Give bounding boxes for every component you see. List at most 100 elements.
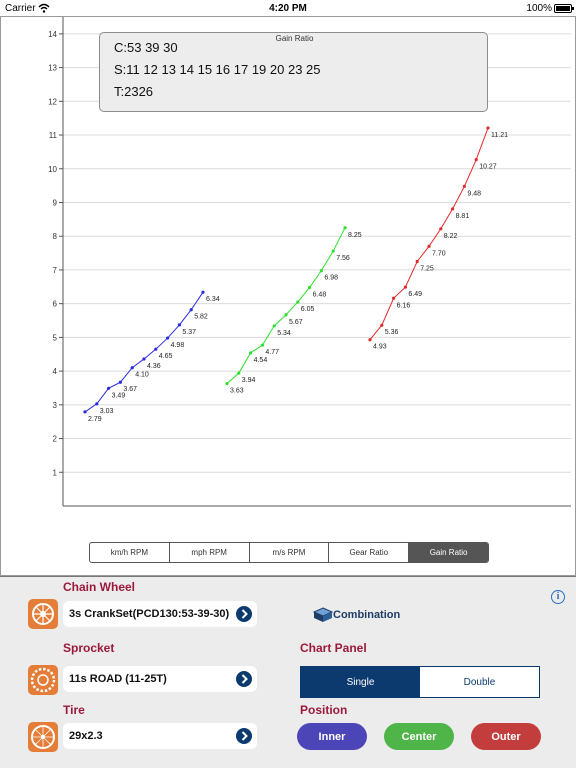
series-line — [226, 227, 346, 384]
data-point — [451, 207, 455, 211]
tire-selector[interactable]: 29x2.3 — [63, 723, 257, 749]
data-label: 6.16 — [397, 302, 411, 309]
tab-ms-rpm[interactable]: m/s RPM — [250, 543, 330, 562]
chart-panel-label: Chart Panel — [300, 641, 367, 655]
data-point — [166, 336, 170, 340]
data-label: 4.65 — [159, 353, 173, 360]
data-label: 4.77 — [265, 349, 279, 356]
data-point — [83, 410, 87, 414]
data-label: 10.27 — [479, 164, 497, 171]
chevron-right-icon — [236, 728, 252, 744]
data-label: 5.34 — [277, 330, 291, 337]
data-label: 6.48 — [313, 291, 327, 298]
info-icon[interactable]: i — [551, 590, 565, 604]
data-label: 3.94 — [242, 377, 256, 384]
chart-panel-toggle: Single Double — [300, 666, 540, 698]
chain-wheel-selector[interactable]: 3s CrankSet(PCD130:53-39-30) — [63, 601, 257, 627]
data-point — [154, 347, 158, 351]
position-label: Position — [300, 703, 348, 717]
data-label: 5.67 — [289, 319, 303, 326]
clock: 4:20 PM — [269, 3, 307, 14]
data-point — [272, 324, 276, 328]
data-point — [142, 357, 146, 361]
data-point — [319, 269, 323, 273]
data-point — [296, 300, 300, 304]
tab-gain-ratio[interactable]: Gain Ratio — [409, 543, 488, 562]
chart-type-tabs: km/h RPM mph RPM m/s RPM Gear Ratio Gain… — [89, 542, 489, 563]
data-point — [177, 323, 181, 327]
combination-button[interactable]: Combination — [313, 605, 400, 625]
data-label: 6.98 — [324, 275, 338, 282]
data-label: 4.36 — [147, 363, 161, 370]
data-label: 4.54 — [254, 357, 268, 364]
center-button[interactable]: Center — [384, 723, 454, 750]
data-label: 7.70 — [432, 250, 446, 257]
sprocket-label: Sprocket — [63, 641, 115, 655]
data-label: 7.56 — [336, 255, 350, 262]
data-label: 2.79 — [88, 416, 102, 423]
y-tick-label: 2 — [53, 435, 58, 444]
data-point — [380, 323, 384, 327]
data-point — [249, 351, 253, 355]
app-root: Carrier 4:20 PM 100% 1 2 3 4 5 6 7 8 9 10 11 12 13 14… — [0, 0, 576, 768]
chain-wheel-value: 3s CrankSet(PCD130:53-39-30) — [69, 608, 230, 620]
y-tick-label: 14 — [48, 30, 57, 39]
series-line — [84, 291, 204, 413]
tab-mph-rpm[interactable]: mph RPM — [170, 543, 250, 562]
data-label: 6.34 — [206, 296, 220, 303]
y-tick-label: 6 — [53, 300, 58, 309]
data-label: 8.22 — [444, 233, 458, 240]
cube-icon — [313, 607, 333, 622]
data-point — [462, 184, 466, 188]
y-tick-label: 10 — [48, 165, 57, 174]
tire-label: Tire — [63, 703, 85, 717]
chart-panel-double[interactable]: Double — [420, 667, 539, 697]
data-point — [201, 290, 205, 294]
y-tick-label: 5 — [53, 333, 58, 342]
data-point — [368, 338, 372, 342]
data-label: 4.93 — [373, 344, 387, 351]
data-label: 3.49 — [112, 392, 126, 399]
inner-button[interactable]: Inner — [297, 723, 367, 750]
data-point — [343, 226, 347, 230]
sprocket-selector[interactable]: 11s ROAD (11-25T) — [63, 666, 257, 692]
y-tick-label: 7 — [53, 266, 58, 275]
data-point — [331, 249, 335, 253]
tire-info: T:2326 — [114, 84, 154, 99]
sprocket-info: S:11 12 13 14 15 16 17 19 20 23 25 — [114, 62, 321, 77]
data-point — [415, 259, 419, 264]
data-point — [130, 366, 134, 370]
data-point — [439, 227, 443, 231]
combination-label: Combination — [333, 609, 401, 621]
data-label: 4.10 — [135, 372, 149, 379]
data-point — [189, 308, 193, 312]
data-label: 8.25 — [348, 232, 362, 239]
y-tick-label: 9 — [53, 198, 58, 207]
tab-kmh-rpm[interactable]: km/h RPM — [90, 543, 170, 562]
data-point — [95, 402, 99, 406]
data-point — [427, 244, 431, 248]
chart-panel-single[interactable]: Single — [301, 667, 420, 697]
series-line — [369, 127, 489, 341]
tire-icon — [28, 722, 58, 752]
chainring-info: C:53 39 30 — [114, 40, 178, 55]
tire-value: 29x2.3 — [69, 730, 103, 742]
data-point — [486, 126, 490, 130]
y-tick-label: 12 — [48, 97, 57, 106]
outer-button[interactable]: Outer — [471, 723, 541, 750]
y-tick-label: 11 — [49, 131, 58, 140]
data-label: 3.63 — [230, 388, 244, 395]
tab-gear-ratio[interactable]: Gear Ratio — [329, 543, 410, 562]
chevron-right-icon — [236, 606, 252, 622]
data-label: 5.36 — [385, 329, 399, 336]
data-label: 11.21 — [491, 132, 508, 139]
data-label: 4.98 — [171, 342, 185, 349]
data-point — [225, 381, 229, 386]
data-label: 5.82 — [194, 314, 208, 321]
data-point — [260, 343, 264, 347]
info-box: Gain Ratio C:53 39 30 S:11 12 13 14 15 1… — [99, 32, 488, 112]
data-point — [308, 285, 312, 290]
data-label: 7.25 — [420, 266, 434, 273]
data-label: 8.81 — [456, 213, 470, 220]
y-tick-label: 8 — [53, 232, 58, 241]
